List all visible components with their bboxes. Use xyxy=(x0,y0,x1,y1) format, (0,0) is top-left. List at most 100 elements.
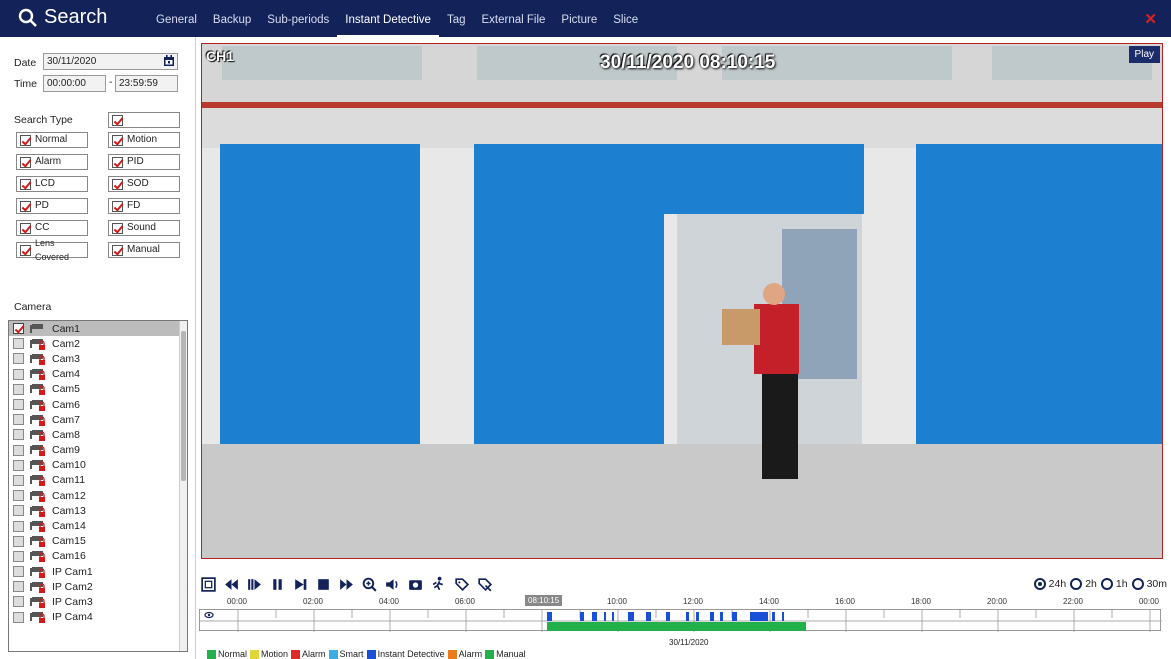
camera-item[interactable]: Cam13 xyxy=(9,503,187,518)
camera-checkbox[interactable] xyxy=(13,490,24,502)
camera-item[interactable]: Cam4 xyxy=(9,367,187,382)
type-sod-checkbox[interactable]: SOD xyxy=(108,176,180,192)
filter-panel: Date 30/11/2020 Time 00:00:00 - 23:59:59… xyxy=(0,37,196,659)
type-sound-checkbox[interactable]: Sound xyxy=(108,220,180,236)
type-fd-checkbox[interactable]: FD xyxy=(108,198,180,214)
close-icon[interactable]: ✕ xyxy=(1144,10,1157,28)
timeline-cursor[interactable]: 08:10:15 xyxy=(525,595,563,606)
camera-checkbox[interactable] xyxy=(13,323,24,335)
search-title: Search xyxy=(18,6,107,29)
tab-general[interactable]: General xyxy=(148,0,205,37)
tab-external-file[interactable]: External File xyxy=(474,0,554,37)
timeline-segment-instant-detective xyxy=(547,612,552,621)
camera-checkbox[interactable] xyxy=(13,581,24,593)
camera-item[interactable]: IP Cam4 xyxy=(9,610,187,625)
fast-forward-icon[interactable] xyxy=(337,575,355,593)
camera-checkbox[interactable] xyxy=(13,596,24,608)
video-player[interactable]: CH1 30/11/2020 08:10:15 Play xyxy=(201,43,1163,559)
camera-checkbox[interactable] xyxy=(13,429,24,441)
camera-checkbox[interactable] xyxy=(13,550,24,562)
camera-checkbox[interactable] xyxy=(13,399,24,411)
camera-checkbox[interactable] xyxy=(13,566,24,578)
camera-item[interactable]: Cam16 xyxy=(9,549,187,564)
camera-item[interactable]: Cam14 xyxy=(9,518,187,533)
camera-item[interactable]: Cam11 xyxy=(9,473,187,488)
range-30m[interactable]: 30m xyxy=(1131,578,1167,591)
type-alarm-checkbox[interactable]: Alarm xyxy=(16,154,88,170)
camera-checkbox[interactable] xyxy=(13,444,24,456)
camera-checkbox[interactable] xyxy=(13,611,24,623)
range-1h[interactable]: 1h xyxy=(1100,578,1128,591)
tab-instant-detective[interactable]: Instant Detective xyxy=(337,0,439,37)
pause-icon[interactable] xyxy=(268,575,286,593)
camera-item[interactable]: IP Cam1 xyxy=(9,564,187,579)
timeline-segment-instant-detective xyxy=(580,612,584,621)
type-lcd-checkbox[interactable]: LCD xyxy=(16,176,88,192)
slow-play-icon[interactable] xyxy=(245,575,263,593)
time-end-field[interactable]: 23:59:59 xyxy=(115,75,178,92)
zoom-icon[interactable] xyxy=(360,575,378,593)
fullscreen-icon[interactable] xyxy=(199,575,217,593)
search-type-all-checkbox[interactable] xyxy=(108,112,180,128)
camera-checkbox[interactable] xyxy=(13,383,24,395)
camera-checkbox[interactable] xyxy=(13,338,24,350)
tag-icon[interactable] xyxy=(452,575,470,593)
camera-checkbox[interactable] xyxy=(13,459,24,471)
stop-icon[interactable] xyxy=(314,575,332,593)
camera-checkbox[interactable] xyxy=(13,505,24,517)
tab-tag[interactable]: Tag xyxy=(439,0,474,37)
date-field[interactable]: 30/11/2020 xyxy=(43,53,178,70)
type-lens-covered-checkbox[interactable]: Lens Covered xyxy=(16,238,88,262)
type-label: Motion xyxy=(127,134,158,145)
scrollbar-thumb[interactable] xyxy=(181,331,186,481)
ground xyxy=(202,444,1162,558)
camera-list[interactable]: Cam1 Cam2 Cam3 Cam4 Cam5 Cam6 Cam7 Cam8 Cam9 Cam1… xyxy=(8,320,188,652)
camera-item[interactable]: Cam10 xyxy=(9,458,187,473)
time-start-field[interactable]: 00:00:00 xyxy=(43,75,106,92)
type-label: FD xyxy=(127,200,141,211)
step-forward-icon[interactable] xyxy=(291,575,309,593)
tab-sub-periods[interactable]: Sub-periods xyxy=(259,0,337,37)
type-pd-checkbox[interactable]: PD xyxy=(16,198,88,214)
camera-item[interactable]: Cam2 xyxy=(9,336,187,351)
camera-item[interactable]: Cam1 xyxy=(9,321,187,337)
tab-backup[interactable]: Backup xyxy=(205,0,259,37)
type-label: Sound xyxy=(127,222,156,233)
camera-checkbox[interactable] xyxy=(13,353,24,365)
camera-checkbox[interactable] xyxy=(13,520,24,532)
camera-item[interactable]: Cam7 xyxy=(9,412,187,427)
camera-checkbox[interactable] xyxy=(13,368,24,380)
camera-item[interactable]: IP Cam3 xyxy=(9,594,187,609)
time-separator: - xyxy=(109,76,113,88)
snapshot-icon[interactable] xyxy=(406,575,424,593)
tag-edit-icon[interactable] xyxy=(475,575,493,593)
timeline-track[interactable] xyxy=(199,609,1162,632)
type-motion-checkbox[interactable]: Motion xyxy=(108,132,180,148)
range-24h[interactable]: 24h xyxy=(1033,578,1066,591)
tab-picture[interactable]: Picture xyxy=(553,0,605,37)
camera-item[interactable]: Cam6 xyxy=(9,397,187,412)
camera-item[interactable]: Cam15 xyxy=(9,534,187,549)
camera-checkbox[interactable] xyxy=(13,535,24,547)
camera-item[interactable]: Cam9 xyxy=(9,443,187,458)
camera-item[interactable]: Cam5 xyxy=(9,382,187,397)
camera-item[interactable]: IP Cam2 xyxy=(9,579,187,594)
shutter-door-1 xyxy=(220,144,420,444)
camera-list-scrollbar[interactable] xyxy=(179,321,187,651)
tab-slice[interactable]: Slice xyxy=(605,0,646,37)
volume-icon[interactable] xyxy=(383,575,401,593)
smart-search-icon[interactable] xyxy=(429,575,447,593)
camera-checkbox[interactable] xyxy=(13,414,24,426)
range-2h[interactable]: 2h xyxy=(1070,578,1097,591)
timeline[interactable]: 00:00 02:00 04:00 06:00 10:00 12:00 14:00 16:00… xyxy=(199,595,1171,647)
camera-item[interactable]: Cam3 xyxy=(9,351,187,366)
rewind-icon[interactable] xyxy=(222,575,240,593)
type-manual-checkbox[interactable]: Manual xyxy=(108,242,180,258)
camera-item[interactable]: Cam12 xyxy=(9,488,187,503)
type-cc-checkbox[interactable]: CC xyxy=(16,220,88,236)
type-normal-checkbox[interactable]: Normal xyxy=(16,132,88,148)
camera-checkbox[interactable] xyxy=(13,474,24,486)
type-pid-checkbox[interactable]: PID xyxy=(108,154,180,170)
calendar-icon[interactable] xyxy=(163,55,175,67)
camera-item[interactable]: Cam8 xyxy=(9,427,187,442)
